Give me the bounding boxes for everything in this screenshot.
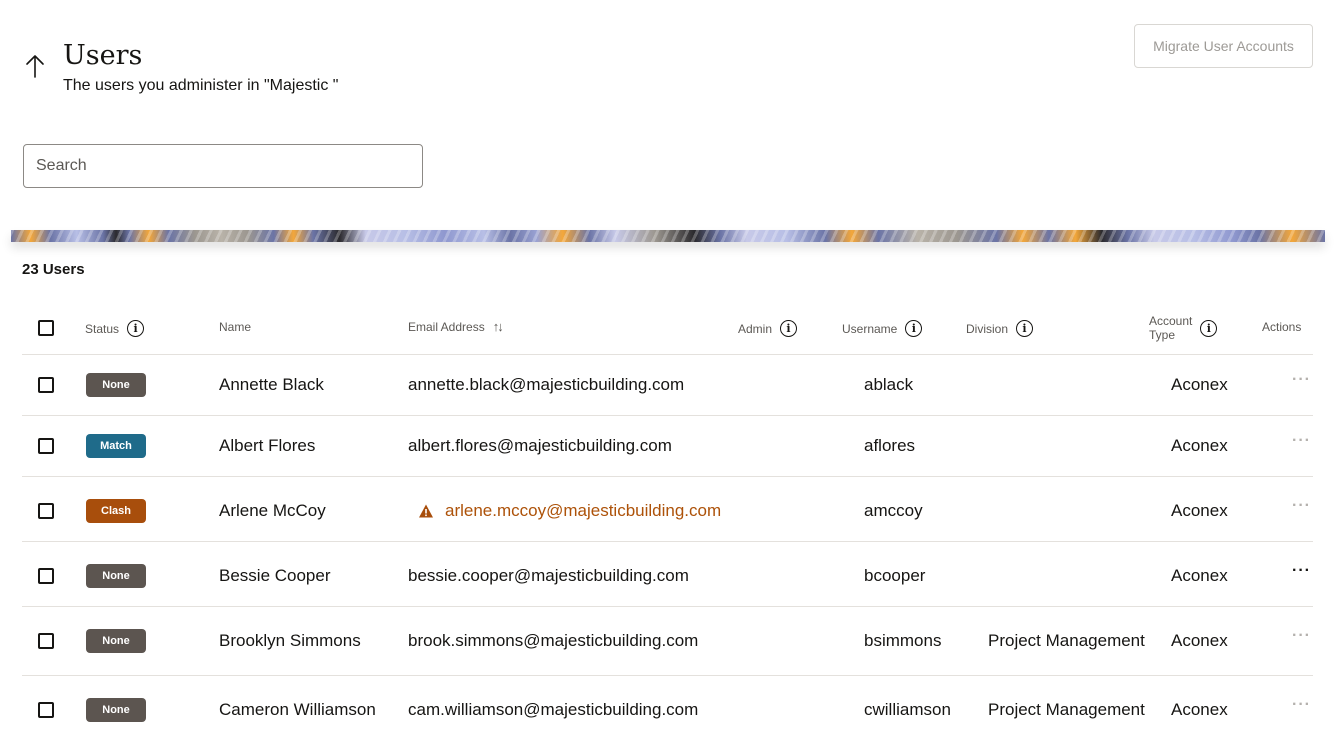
user-name: Bessie Cooper xyxy=(219,566,331,585)
user-email: cam.williamson@majesticbuilding.com xyxy=(408,700,699,719)
more-actions-icon[interactable]: ··· xyxy=(1292,696,1311,714)
sort-icon[interactable]: ↑↓ xyxy=(493,320,504,334)
column-header-label: Account Type xyxy=(1149,314,1192,342)
info-icon[interactable]: i xyxy=(780,320,798,337)
user-email: albert.flores@majesticbuilding.com xyxy=(408,436,672,455)
column-header-email[interactable]: Email Address ↑↓ xyxy=(408,320,504,335)
status-badge: None xyxy=(86,698,146,722)
info-icon[interactable]: i xyxy=(1016,320,1034,337)
user-name: Albert Flores xyxy=(219,436,316,455)
arrow-up-icon[interactable] xyxy=(22,52,48,80)
status-badge: None xyxy=(86,373,146,397)
page-subtitle: The users you administer in "Majestic " xyxy=(63,77,339,94)
user-account-type: Aconex xyxy=(1171,631,1228,650)
more-actions-icon[interactable]: ··· xyxy=(1292,562,1311,580)
info-icon[interactable]: i xyxy=(1200,319,1218,337)
row-divider xyxy=(22,415,1313,416)
row-checkbox[interactable] xyxy=(38,503,54,519)
user-account-type: Aconex xyxy=(1171,375,1228,394)
user-count: 23 Users xyxy=(22,261,85,278)
select-all-checkbox[interactable] xyxy=(38,320,54,336)
user-username: cwilliamson xyxy=(864,700,951,719)
user-username: bcooper xyxy=(864,566,926,585)
column-header-label-line2: Type xyxy=(1149,328,1176,342)
status-badge: Match xyxy=(86,434,146,458)
user-account-type: Aconex xyxy=(1171,436,1228,455)
column-header-division[interactable]: Division i xyxy=(966,320,1034,337)
column-header-label: Username xyxy=(842,321,898,336)
user-name: Cameron Williamson xyxy=(219,700,376,719)
status-badge: None xyxy=(86,564,146,588)
user-email: arlene.mccoy@majesticbuilding.com xyxy=(445,501,722,520)
more-actions-icon[interactable]: ··· xyxy=(1292,432,1311,450)
user-email: annette.black@majesticbuilding.com xyxy=(408,375,685,394)
user-username: amccoy xyxy=(864,501,923,520)
user-email: brook.simmons@majesticbuilding.com xyxy=(408,631,699,650)
user-name: Annette Black xyxy=(219,375,324,394)
user-username: aflores xyxy=(864,436,916,455)
user-account-type: Aconex xyxy=(1171,501,1228,520)
row-checkbox[interactable] xyxy=(38,377,54,393)
column-header-label: Actions xyxy=(1262,320,1302,334)
user-account-type: Aconex xyxy=(1171,566,1228,585)
user-name: Brooklyn Simmons xyxy=(219,631,361,650)
more-actions-icon[interactable]: ··· xyxy=(1292,627,1311,645)
user-name: Arlene McCoy xyxy=(219,501,326,520)
warning-icon xyxy=(419,504,433,518)
table-header-divider xyxy=(22,354,1313,355)
column-header-account-type[interactable]: Account Type i xyxy=(1149,314,1218,342)
more-actions-icon[interactable]: ··· xyxy=(1292,497,1311,515)
row-divider xyxy=(22,476,1313,477)
row-divider xyxy=(22,606,1313,607)
decorative-banner xyxy=(11,230,1325,242)
column-header-label: Division xyxy=(966,321,1009,336)
row-checkbox[interactable] xyxy=(38,633,54,649)
column-header-username[interactable]: Username i xyxy=(842,320,923,337)
row-checkbox[interactable] xyxy=(38,568,54,584)
user-username: bsimmons xyxy=(864,631,942,650)
row-divider xyxy=(22,541,1313,542)
column-header-label: Admin xyxy=(738,321,773,336)
info-icon[interactable]: i xyxy=(905,320,923,337)
column-header-label: Name xyxy=(219,320,252,334)
status-badge: None xyxy=(86,629,146,653)
search-input[interactable] xyxy=(23,144,423,188)
user-division: Project Management xyxy=(988,631,1145,650)
row-divider xyxy=(22,675,1313,676)
column-header-label: Status xyxy=(85,321,120,336)
migrate-user-accounts-button[interactable]: Migrate User Accounts xyxy=(1134,24,1313,68)
info-icon[interactable]: i xyxy=(127,320,145,337)
column-header-name[interactable]: Name xyxy=(219,320,251,334)
row-checkbox[interactable] xyxy=(38,702,54,718)
status-badge: Clash xyxy=(86,499,146,523)
user-email: bessie.cooper@majesticbuilding.com xyxy=(408,566,689,585)
more-actions-icon[interactable]: ··· xyxy=(1292,371,1311,389)
page-title: Users xyxy=(63,40,143,71)
column-header-status[interactable]: Status i xyxy=(85,320,145,337)
row-checkbox[interactable] xyxy=(38,438,54,454)
user-username: ablack xyxy=(864,375,914,394)
column-header-actions: Actions xyxy=(1262,320,1301,334)
column-header-label: Email Address xyxy=(408,320,485,334)
user-account-type: Aconex xyxy=(1171,700,1228,719)
column-header-label-line1: Account xyxy=(1149,314,1193,328)
column-header-admin[interactable]: Admin i xyxy=(738,320,798,337)
user-division: Project Management xyxy=(988,700,1145,719)
